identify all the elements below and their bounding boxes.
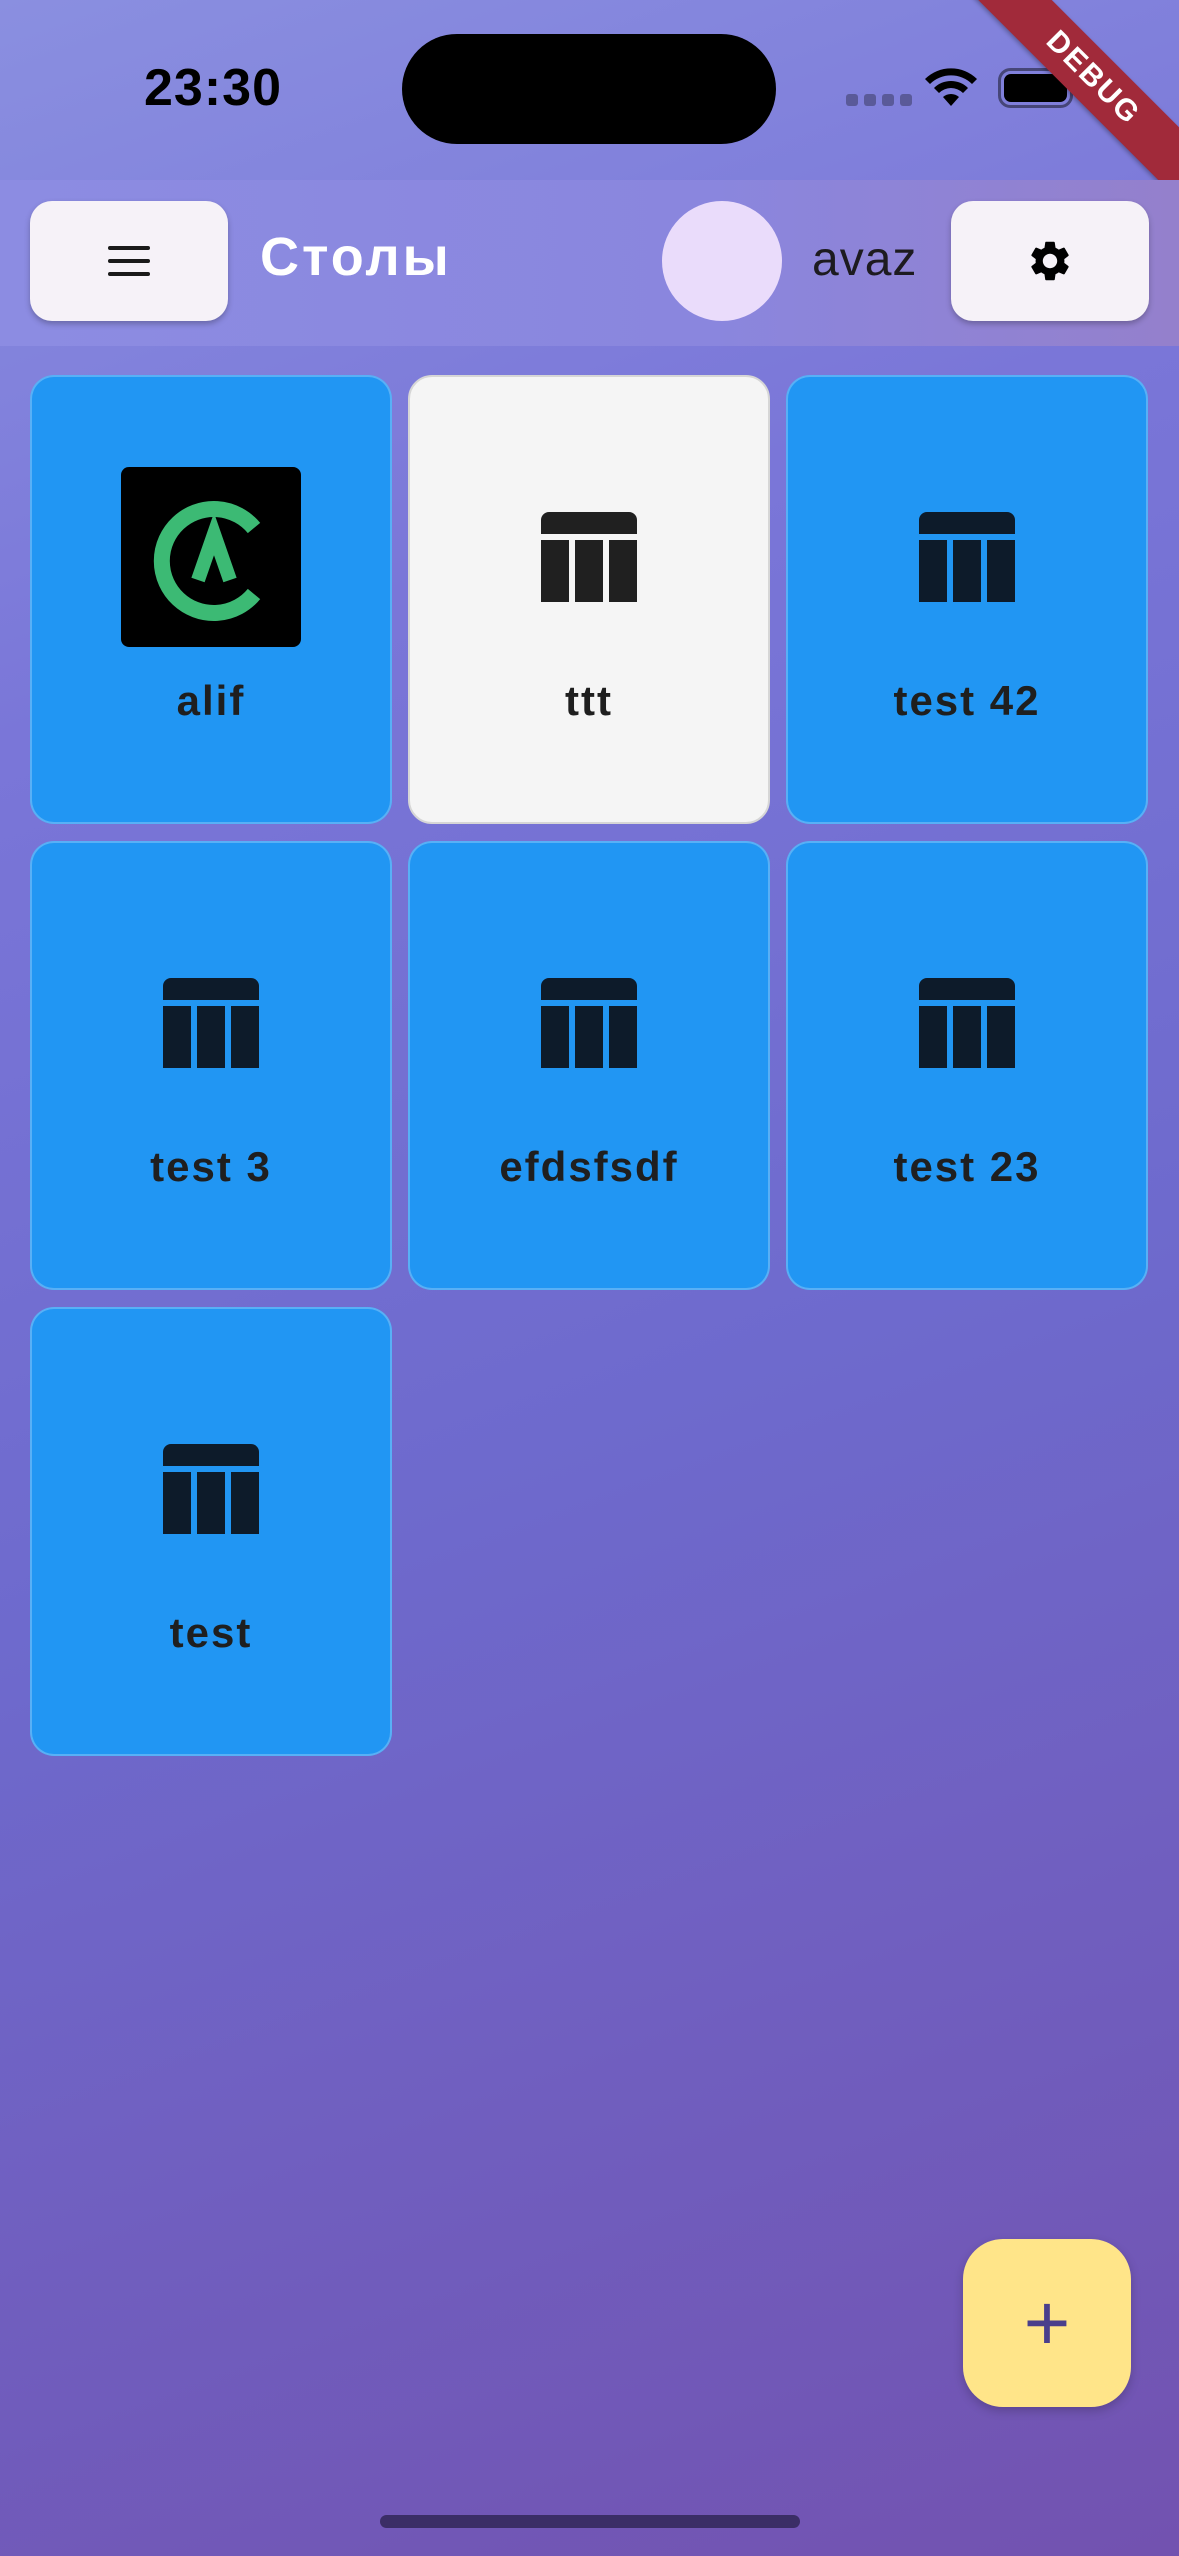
table-card-label: test	[169, 1609, 253, 1656]
battery-icon	[998, 68, 1079, 108]
table-card-label: test 3	[150, 1143, 272, 1190]
add-table-button[interactable]: +	[963, 2239, 1131, 2407]
table-card-test[interactable]: test	[30, 1307, 392, 1756]
plus-icon: +	[1023, 2278, 1071, 2367]
dynamic-island	[402, 34, 776, 144]
table-card-label: alif	[176, 677, 246, 724]
page-title: Столы	[260, 227, 452, 287]
table-icon	[541, 512, 637, 602]
status-bar: 23:30	[0, 0, 1179, 180]
table-card-efdsfsdf[interactable]: efdsfsdf	[408, 841, 770, 1290]
settings-button[interactable]	[951, 201, 1149, 321]
alif-logo-icon	[121, 467, 301, 647]
table-icon	[919, 512, 1015, 602]
home-indicator[interactable]	[380, 2515, 800, 2528]
table-card-label: efdsfsdf	[499, 1143, 679, 1190]
table-card-test-3[interactable]: test 3	[30, 841, 392, 1290]
cellular-signal-icon	[846, 94, 912, 106]
table-card-label: test 42	[893, 677, 1041, 724]
table-icon	[541, 978, 637, 1068]
table-card-label: test 23	[893, 1143, 1041, 1190]
username: avaz	[812, 233, 918, 286]
avatar[interactable]	[662, 201, 782, 321]
table-card-ttt[interactable]: ttt	[408, 375, 770, 824]
table-card-label: ttt	[565, 677, 613, 724]
table-card-alif[interactable]: alif	[30, 375, 392, 824]
menu-icon	[108, 246, 150, 276]
table-icon	[163, 978, 259, 1068]
wifi-icon	[925, 68, 977, 106]
table-icon	[919, 978, 1015, 1068]
table-card-test-42[interactable]: test 42	[786, 375, 1148, 824]
tables-grid: alif ttt test 42 test 3 efdsfsdf test 23…	[30, 375, 1149, 1756]
table-icon	[163, 1444, 259, 1534]
app-bar: Столы avaz	[0, 180, 1179, 346]
gear-icon	[1031, 241, 1069, 281]
menu-button[interactable]	[30, 201, 228, 321]
table-card-test-23[interactable]: test 23	[786, 841, 1148, 1290]
status-time: 23:30	[144, 59, 282, 117]
